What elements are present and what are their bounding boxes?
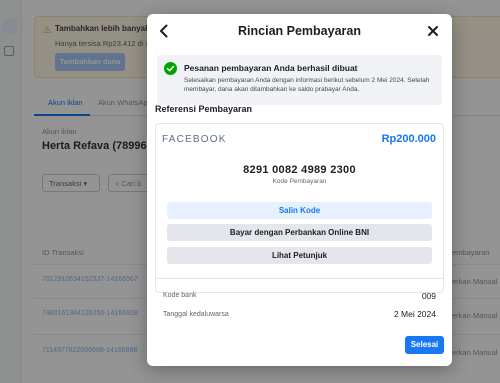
payment-amount: Rp200.000 [381,133,436,145]
close-button[interactable] [426,24,440,38]
success-notice: Pesanan pembayaran Anda berhasil dibuat … [157,55,442,105]
facebook-logo: FACEBOOK [162,134,227,145]
close-icon [428,26,438,36]
done-button[interactable]: Selesai [405,336,444,354]
dialog-title: Rincian Pembayaran [238,24,361,38]
payment-code-label: Kode Pembayaran [272,178,327,185]
dialog-header: Rincian Pembayaran [147,14,452,48]
pay-bni-online-button[interactable]: Bayar dengan Perbankan Online BNI [167,224,432,241]
payment-reference-heading: Referensi Pembayaran [155,104,253,114]
copy-code-button[interactable]: Salin Kode [167,202,432,219]
view-instructions-button[interactable]: Lihat Petunjuk [167,247,432,264]
payment-code: 8291 0082 4989 2300 [243,164,356,176]
bank-code-label: Kode bank [163,292,197,299]
divider [155,278,444,279]
success-text: Selesaikan pembayaran Anda dengan inform… [184,77,430,93]
check-circle-icon [164,62,177,75]
success-title: Pesanan pembayaran Anda berhasil dibuat [184,63,358,73]
bank-code-value: 009 [421,291,436,301]
expiry-date-value: 2 Mei 2024 [393,309,436,319]
expiry-date-label: Tanggal kedaluwarsa [163,311,229,318]
payment-details-dialog: Rincian Pembayaran Pesanan pembayaran An… [147,14,452,366]
